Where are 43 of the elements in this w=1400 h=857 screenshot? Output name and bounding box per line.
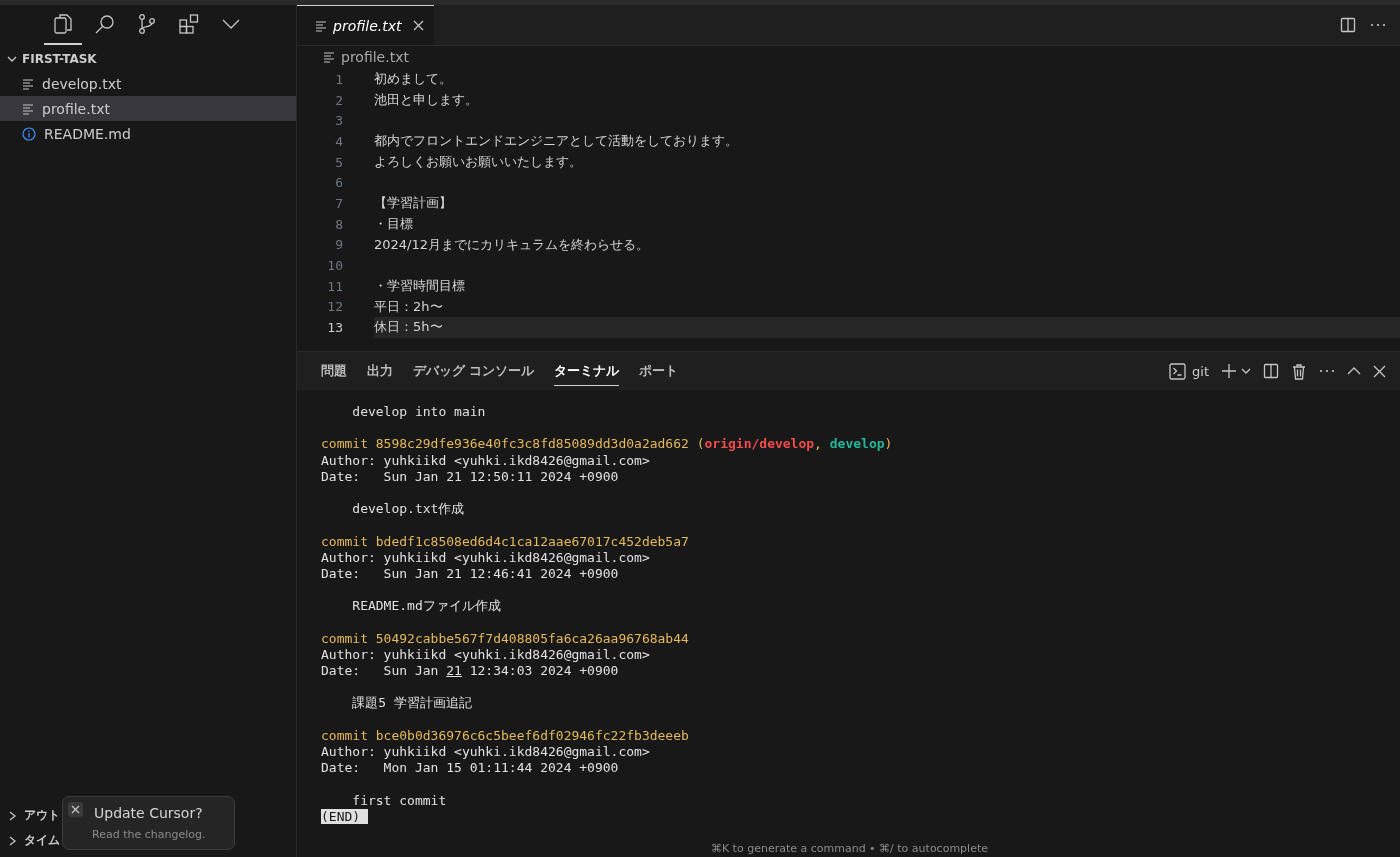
terminal-line: Date: Sun Jan 21 12:46:41 2024 +0900 <box>321 565 620 583</box>
code-line: 初めまして。 <box>374 70 453 88</box>
notification-title: Update Cursor? <box>94 805 203 821</box>
line-number: 11 <box>326 278 343 294</box>
code-line: ・目標 <box>374 214 414 233</box>
terminal-hint: ⌘K to generate a command • ⌘/ to autocomplete <box>710 842 988 855</box>
line-number: 4 <box>334 133 343 149</box>
terminal-line: README.mdファイル作成 <box>351 598 502 615</box>
commit-line: commit 8598c29dfe936e40fc3c8fd85089dd3d0a2ad662 (origin/develop, develop) <box>321 436 894 453</box>
code-line: 都内でフロントエンドエンジニアとして活動をしております。 <box>374 132 739 151</box>
terminal-line: develop into main <box>351 404 487 421</box>
line-number: 1 <box>334 71 343 87</box>
notification-message: Read the changelog. <box>92 828 206 841</box>
terminal-line: 課題5 学習計画追記 <box>351 695 473 712</box>
code-line: ・学習時間目標 <box>374 276 466 295</box>
code-line: 【学習計画】 <box>374 194 453 213</box>
line-number: 3 <box>334 113 343 129</box>
commit-line: commit bce0b0d36976c6c5beef6df02946fc22fb3deeeb <box>321 727 690 744</box>
terminal-line: Author: yuhkiikd <yuhki.ikd8426@gmail.com> <box>321 549 651 566</box>
line-number: 10 <box>326 258 343 274</box>
line-number: 6 <box>334 175 343 191</box>
line-number: 9 <box>334 237 343 253</box>
terminal-line: Date: Sun Jan 21 12:34:03 2024 +0900 <box>321 663 620 680</box>
terminal-line: develop.txt作成 <box>351 501 466 518</box>
terminal-line: Author: yuhkiikd <yuhki.ikd8426@gmail.com> <box>321 452 651 469</box>
pager-end-marker: (END) <box>321 808 369 824</box>
code-line: 池田と申します。 <box>374 90 479 109</box>
code-line: 平日：2h〜 <box>374 297 444 316</box>
commit-line: commit 50492cabbe567f7d408805fa6ca26aa96768ab44 <box>321 630 690 647</box>
code-line: 2024/12月までにカリキュラムを終わらせる。 <box>374 235 650 254</box>
terminal-line: Date: Sun Jan 21 12:50:11 2024 +0900 <box>321 468 620 485</box>
line-number: 8 <box>334 216 343 232</box>
terminal-line: first commit <box>351 792 448 809</box>
line-number: 5 <box>334 154 343 170</box>
line-number: 2 <box>334 92 343 108</box>
line-number: 12 <box>326 299 343 315</box>
code-line: よろしくお願いお願いいたします。 <box>374 152 583 171</box>
line-number: 13 <box>326 320 343 336</box>
commit-line: commit bdedf1c8508ed6d4c1ca12aae67017c452deb5a7 <box>321 533 690 550</box>
line-number: 7 <box>334 195 343 211</box>
terminal-line: Date: Mon Jan 15 01:11:44 2024 +0900 <box>321 760 620 777</box>
terminal-line: Author: yuhkiikd <yuhki.ikd8426@gmail.com> <box>321 743 651 761</box>
terminal-line: Author: yuhkiikd <yuhki.ikd8426@gmail.com> <box>321 646 651 663</box>
